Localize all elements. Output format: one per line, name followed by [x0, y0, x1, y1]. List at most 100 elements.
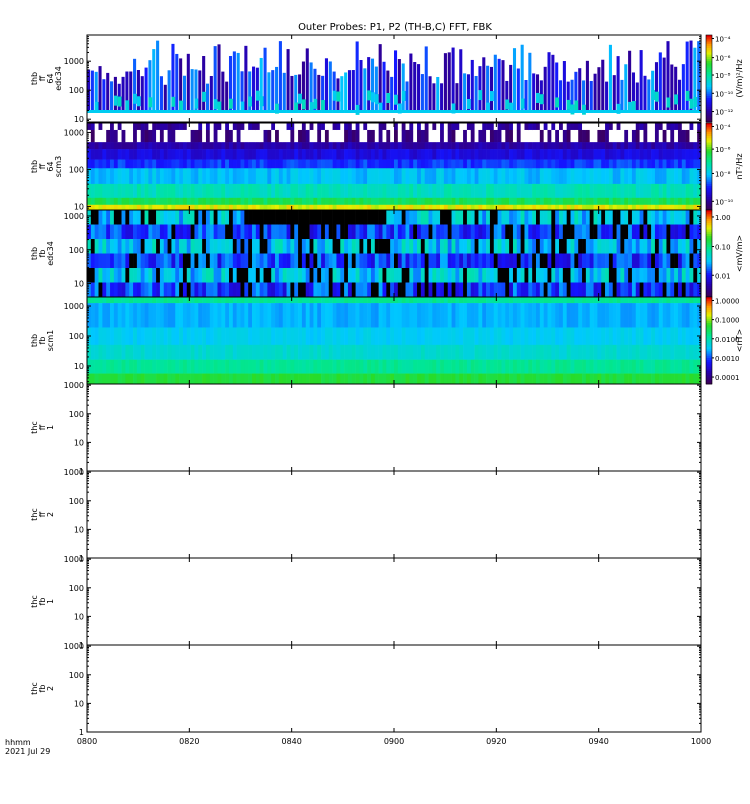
spectrogram-cell: [259, 204, 264, 211]
spectrogram-cell: [417, 129, 422, 143]
spectrogram-cell: [171, 96, 176, 107]
spectrogram-cell: [578, 282, 583, 298]
spectrogram-cell: [651, 149, 656, 160]
spectrogram-cell: [693, 110, 698, 113]
spectrogram-cell: [643, 110, 648, 113]
spectrogram-cell: [670, 149, 675, 160]
spectrogram-cell: [294, 204, 299, 211]
spectrogram-cell: [501, 239, 506, 254]
spectrogram-cell: [140, 253, 145, 269]
spectrogram-cell: [367, 142, 372, 150]
spectrogram-cell: [236, 142, 241, 150]
spectrogram-cell: [681, 123, 686, 131]
spectrogram-cell: [509, 149, 514, 160]
spectrogram-cell: [386, 92, 391, 103]
spectrogram-cell: [140, 123, 145, 131]
panels-layer: 101001000thb ff 64 edc3410⁻⁴10⁻⁶10⁻⁸10⁻¹⁰10…: [30, 34, 744, 737]
spectrogram-cell: [133, 110, 138, 113]
spectrogram-cell: [451, 47, 455, 110]
spectrogram-cell: [543, 183, 548, 199]
spectrogram-cell: [570, 303, 575, 328]
spectrogram-cell: [156, 110, 161, 113]
spectrogram-cell: [451, 253, 456, 269]
spectrogram-cell: [171, 183, 176, 199]
spectrogram-cell: [631, 297, 637, 304]
spectrogram-cell: [685, 183, 690, 199]
spectrogram-cell: [401, 142, 406, 150]
spectrogram-cell: [278, 344, 284, 360]
spectrogram-cell: [309, 204, 314, 211]
spectrogram-cell: [578, 344, 583, 360]
spectrogram-cell: [674, 94, 678, 105]
spectrogram-cell: [394, 149, 399, 160]
spectrogram-cell: [547, 253, 552, 269]
spectrogram-cell: [136, 96, 141, 107]
spectrogram-cell: [555, 297, 560, 304]
spectrogram-cell: [194, 344, 199, 360]
spectrogram-cell: [420, 359, 425, 374]
spectrogram-cell: [198, 204, 203, 211]
spectrogram-cell: [202, 327, 207, 346]
spectrogram-cell: [140, 359, 145, 374]
spectrogram-cell: [159, 159, 165, 169]
spectrogram-cell: [440, 110, 445, 113]
spectrogram-cell: [347, 268, 353, 283]
spectrogram-cell: [608, 327, 614, 346]
spectrogram-cell: [528, 282, 533, 298]
spectrogram-cell: [263, 142, 268, 150]
spectrogram-cell: [674, 159, 679, 169]
spectrogram-cell: [570, 327, 575, 346]
spectrogram-cell: [363, 359, 368, 374]
spectrogram-cell: [570, 359, 575, 374]
spectrogram-cell: [470, 239, 475, 254]
spectrogram-cell: [290, 123, 295, 131]
spectrogram-cell: [405, 359, 410, 374]
spectrogram-cell: [478, 253, 483, 269]
spectrogram-cell: [593, 204, 598, 211]
spectrogram-cell: [409, 297, 414, 304]
spectrogram-cell: [528, 297, 533, 304]
spectrogram-cell: [394, 94, 398, 105]
spectrogram-cell: [240, 183, 245, 199]
spectrogram-cell: [474, 75, 478, 110]
spectrogram-cell: [259, 197, 264, 206]
spectrogram-cell: [136, 204, 142, 211]
spectrogram-cell: [612, 142, 617, 150]
spectrogram-cell: [466, 210, 472, 225]
spectrogram-cell: [455, 303, 460, 328]
spectrogram-cell: [570, 253, 575, 269]
spectrogram-cell: [601, 159, 606, 169]
spectrogram-cell: [263, 282, 268, 298]
spectrogram-cell: [148, 224, 153, 240]
spectrogram-cell: [417, 159, 422, 169]
spectrogram-cell: [305, 268, 310, 283]
spectrogram-cell: [317, 253, 322, 269]
spectrogram-cell: [677, 142, 683, 150]
spectrogram-cell: [232, 239, 237, 254]
spectrogram-cell: [562, 373, 567, 385]
spectrogram-cell: [658, 52, 662, 110]
spectrogram-cell: [390, 359, 395, 374]
spectrogram-cell: [102, 239, 107, 254]
spectrogram-cell: [463, 204, 468, 211]
spectrogram-cell: [424, 344, 429, 360]
spectrogram-cell: [555, 149, 560, 160]
spectrogram-cell: [221, 297, 226, 304]
spectrogram-cell: [278, 297, 284, 304]
spectrogram-cell: [324, 142, 330, 150]
spectrogram-cell: [190, 303, 195, 328]
spectrogram-cell: [528, 359, 533, 374]
spectrogram-cell: [593, 282, 598, 298]
spectrogram-cell: [555, 359, 560, 374]
spectrogram-cell: [547, 183, 552, 199]
spectrogram-cell: [478, 303, 483, 328]
spectrogram-cell: [459, 210, 464, 225]
spectrogram-cell: [106, 110, 111, 113]
spectrogram-cell: [543, 359, 548, 374]
spectrogram-cell: [447, 282, 452, 298]
spectrogram-cell: [428, 253, 433, 269]
spectrogram-cell: [275, 123, 280, 131]
spectrogram-cell: [547, 327, 552, 346]
spectrogram-cell: [666, 197, 671, 206]
spectrogram-cell: [259, 110, 264, 113]
